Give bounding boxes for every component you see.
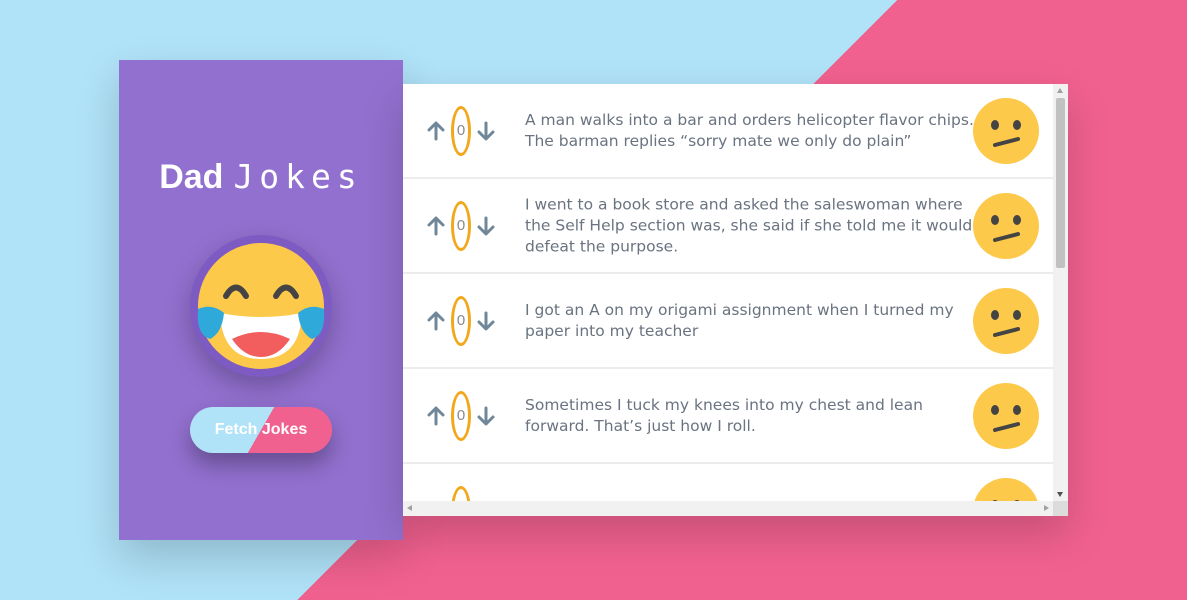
joke-text: I went to a book store and asked the sal…: [525, 195, 973, 255]
downvote-arrow-icon[interactable]: [475, 120, 497, 142]
joke-score: 0: [451, 390, 471, 441]
scrollbar-corner: [1053, 501, 1068, 516]
upvote-arrow-icon[interactable]: [425, 120, 447, 142]
sidebar: Dad Jokes Fetch Jokes: [119, 60, 403, 540]
joke-item: 0 I got an A on my origami assignment wh…: [403, 274, 1053, 369]
vertical-scrollbar[interactable]: [1053, 84, 1068, 501]
vote-controls: 0: [425, 390, 497, 441]
confused-face-icon: [973, 287, 1039, 354]
jokes-panel[interactable]: 0 A man walks into a bar and orders heli…: [403, 84, 1068, 516]
joke-text: I got an A on my origami assignment when…: [525, 300, 954, 340]
upvote-arrow-icon[interactable]: [425, 405, 447, 427]
app-title-bold: Dad: [159, 158, 224, 196]
vertical-scroll-thumb[interactable]: [1056, 98, 1065, 268]
confused-face-icon: [973, 382, 1039, 449]
joke-score: 0: [451, 295, 471, 346]
joke-score: 0: [451, 200, 471, 251]
joke-score: 0: [451, 485, 471, 501]
scroll-down-icon[interactable]: [1057, 492, 1063, 497]
joke-text: A man walks into a bar and orders helico…: [525, 110, 974, 150]
confused-face-icon: [974, 477, 1038, 501]
joke-item: 0: [403, 464, 1053, 501]
upvote-arrow-icon[interactable]: [425, 215, 447, 237]
confused-face-icon: [973, 97, 1039, 164]
vote-controls: 0: [425, 295, 497, 346]
app-title-light: Jokes: [233, 157, 363, 196]
downvote-arrow-icon[interactable]: [475, 310, 497, 332]
joke-item: 0 A man walks into a bar and orders heli…: [403, 84, 1053, 179]
scroll-left-icon[interactable]: [407, 505, 412, 511]
joke-text: Sometimes I tuck my knees into my chest …: [525, 395, 923, 435]
app-title: Dad Jokes: [159, 157, 363, 197]
joke-item: 0 I went to a book store and asked the s…: [403, 179, 1053, 274]
downvote-arrow-icon[interactable]: [475, 405, 497, 427]
scroll-right-icon[interactable]: [1044, 505, 1049, 511]
vote-controls: 0: [425, 485, 497, 501]
confused-face-icon: [973, 192, 1039, 259]
joke-item: 0 Sometimes I tuck my knees into my ches…: [403, 369, 1053, 464]
vote-controls: 0: [425, 105, 497, 156]
upvote-arrow-icon[interactable]: [425, 310, 447, 332]
vote-controls: 0: [425, 200, 497, 251]
joke-score: 0: [451, 105, 471, 156]
downvote-arrow-icon[interactable]: [475, 215, 497, 237]
fetch-jokes-button[interactable]: Fetch Jokes: [190, 407, 332, 453]
joke-list[interactable]: 0 A man walks into a bar and orders heli…: [403, 84, 1053, 501]
scroll-up-icon[interactable]: [1057, 88, 1063, 93]
horizontal-scrollbar[interactable]: [403, 501, 1053, 516]
laughing-emoji-icon: [190, 235, 332, 377]
